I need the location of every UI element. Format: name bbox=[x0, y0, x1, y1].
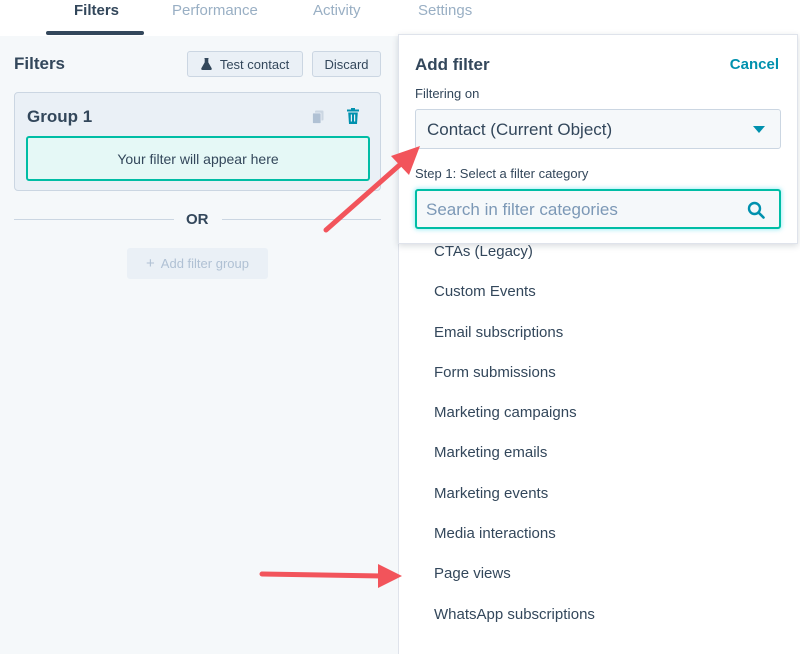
search-input[interactable] bbox=[426, 199, 736, 221]
search-icon[interactable] bbox=[747, 201, 765, 219]
category-item-marketing-emails[interactable]: Marketing emails bbox=[434, 441, 595, 481]
filter-group-card: Group 1 Your filter will appear here bbox=[14, 92, 381, 191]
tab-performance[interactable]: Performance bbox=[172, 1, 258, 37]
plus-icon: + bbox=[146, 255, 155, 272]
caret-down-icon bbox=[753, 126, 765, 133]
object-select[interactable]: Contact (Current Object) bbox=[415, 109, 781, 149]
step-label: Step 1: Select a filter category bbox=[415, 166, 589, 181]
object-select-value: Contact (Current Object) bbox=[427, 120, 613, 139]
or-divider-left bbox=[14, 219, 174, 220]
group-title: Group 1 bbox=[27, 107, 93, 126]
trash-icon[interactable] bbox=[347, 108, 359, 124]
category-item-marketing-events[interactable]: Marketing events bbox=[434, 482, 595, 522]
filtering-on-label: Filtering on bbox=[415, 86, 480, 101]
or-divider-right bbox=[222, 219, 381, 220]
flask-icon bbox=[201, 58, 212, 70]
category-item-custom-events[interactable]: Custom Events bbox=[434, 280, 595, 320]
category-item-media-interactions[interactable]: Media interactions bbox=[434, 522, 595, 562]
discard-button[interactable]: Discard bbox=[312, 51, 381, 77]
test-contact-button[interactable]: Test contact bbox=[187, 51, 303, 77]
category-item-page-views[interactable]: Page views bbox=[434, 562, 595, 602]
tab-bar: Filters Performance Activity Settings bbox=[0, 0, 800, 36]
tab-settings[interactable]: Settings bbox=[418, 1, 472, 37]
filters-panel-title: Filters bbox=[14, 54, 66, 73]
filter-category-list: CTAs (Legacy) Custom Events Email subscr… bbox=[434, 240, 595, 643]
filter-drop-zone[interactable]: Your filter will appear here bbox=[26, 136, 370, 181]
tab-activity[interactable]: Activity bbox=[313, 1, 361, 37]
add-filter-title: Add filter bbox=[415, 55, 490, 74]
add-filter-popover: Add filter Cancel Filtering on Contact (… bbox=[398, 34, 798, 244]
copy-icon[interactable] bbox=[312, 110, 324, 124]
cancel-button[interactable]: Cancel bbox=[730, 56, 779, 73]
search-field[interactable] bbox=[415, 189, 781, 229]
category-item-form-submissions[interactable]: Form submissions bbox=[434, 361, 595, 401]
add-filter-group-button[interactable]: + Add filter group bbox=[127, 248, 268, 279]
category-item-marketing-campaigns[interactable]: Marketing campaigns bbox=[434, 401, 595, 441]
category-item-ctas-legacy[interactable]: CTAs (Legacy) bbox=[434, 240, 595, 280]
category-item-email-subscriptions[interactable]: Email subscriptions bbox=[434, 321, 595, 361]
active-tab-indicator bbox=[46, 31, 144, 35]
add-filter-group-label: Add filter group bbox=[160, 256, 249, 271]
category-item-whatsapp-subscriptions[interactable]: WhatsApp subscriptions bbox=[434, 603, 595, 643]
test-contact-label: Test contact bbox=[219, 56, 290, 72]
or-divider-label: OR bbox=[186, 211, 209, 228]
